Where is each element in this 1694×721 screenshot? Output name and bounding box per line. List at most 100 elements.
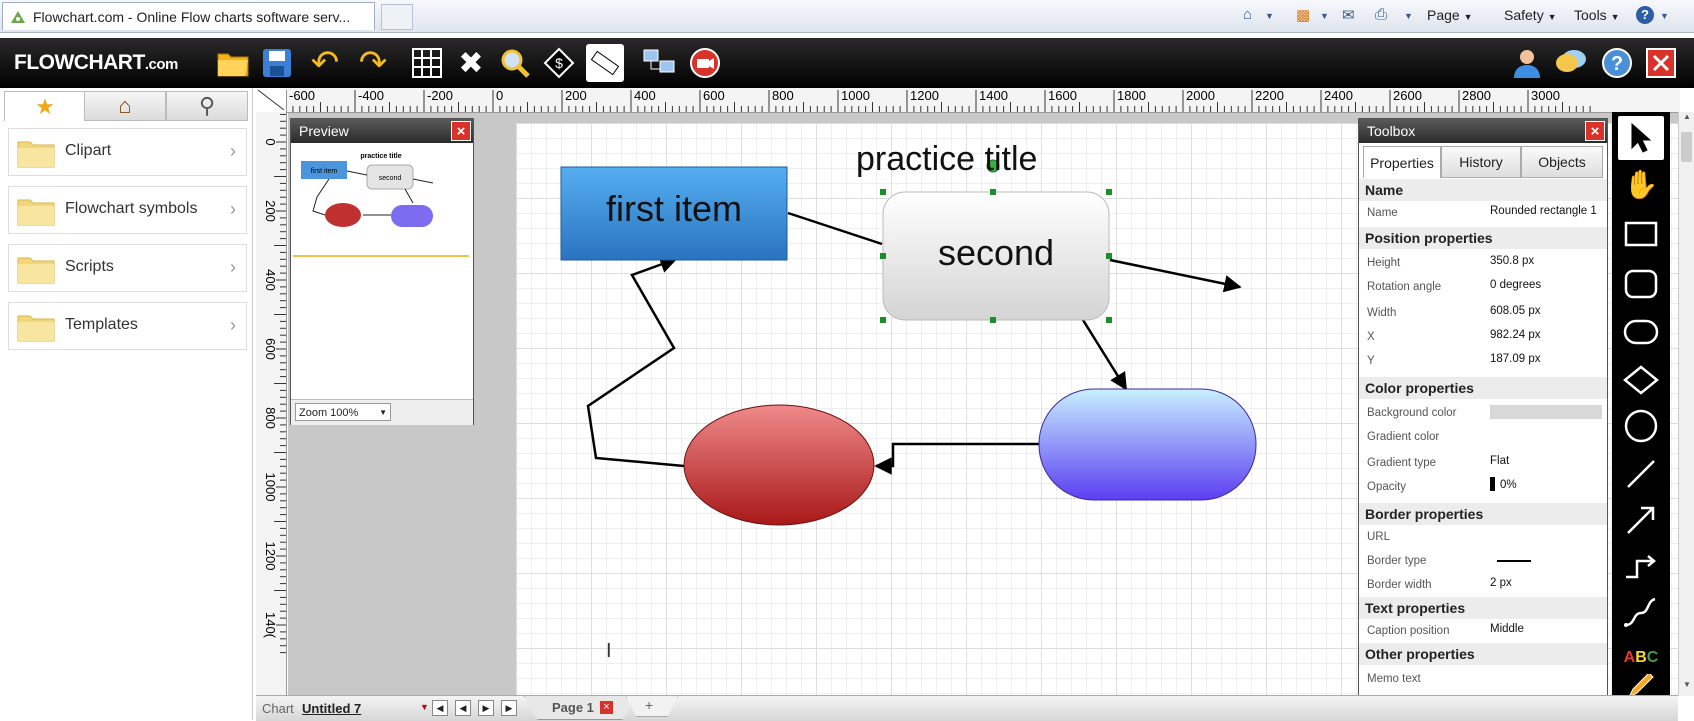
zoom-select[interactable]: Zoom 100% ▼ [295,403,391,421]
category-flowchart-symbols[interactable]: Flowchart symbols › [8,186,247,234]
document-name[interactable]: Untitled 7 [302,701,361,716]
rectangle-icon[interactable] [1618,212,1664,256]
close-icon[interactable] [1642,44,1680,82]
first-page-icon[interactable]: ◀ [432,700,448,716]
ruler-label: 1600 [1048,88,1077,103]
grid-icon[interactable] [408,44,446,82]
rss-icon[interactable]: ▩ [1296,6,1310,24]
prop-label: Gradient type [1367,457,1437,469]
ruler-label: 1200 [910,88,939,103]
close-icon[interactable]: × [1585,121,1605,141]
pencil-icon[interactable] [1618,674,1664,696]
next-page-icon[interactable]: ▶ [478,700,494,716]
vertical-scrollbar[interactable]: ▲ ▼ [1678,112,1694,696]
select-arrow-icon[interactable] [1618,116,1664,160]
home-icon[interactable]: ⌂ [1243,6,1252,23]
dollar-icon[interactable]: $ [540,44,578,82]
scroll-up-icon[interactable]: ▲ [1680,112,1694,126]
prop-label: Gradient color [1367,431,1440,443]
curve-connector-icon[interactable] [1618,590,1664,634]
search-icon[interactable] [496,44,534,82]
diamond-icon[interactable] [1618,358,1664,402]
search-tab[interactable]: ⚲ [166,91,248,121]
page-tab-label[interactable]: Page 1 [552,700,594,715]
opacity-value: 0% [1500,479,1517,491]
ruler-label: 600 [703,88,725,103]
second-label[interactable]: second [883,232,1109,274]
background-color-swatch[interactable] [1490,405,1602,419]
height-value[interactable]: 350.8 px [1490,255,1534,267]
safety-menu[interactable]: Safety ▼ [1504,7,1557,23]
tools-menu[interactable]: Tools ▼ [1574,7,1620,23]
preview-thumbnail[interactable]: practice title first item second [293,145,469,257]
diagram-title[interactable]: practice title [856,140,1037,179]
category-clipart[interactable]: Clipart › [8,128,247,176]
home-tab[interactable]: ⌂ [84,91,166,121]
scroll-down-icon[interactable]: ▼ [1680,680,1694,694]
border-width-value[interactable]: 2 px [1490,577,1512,589]
svg-text:$: $ [555,55,563,71]
tab-objects[interactable]: Objects [1521,146,1603,178]
tools-icon[interactable]: ✖ [452,44,490,82]
rounded-rectangle-icon[interactable] [1618,262,1664,306]
category-templates[interactable]: Templates › [8,302,247,350]
redo-icon[interactable]: ↷ [354,44,392,82]
network-icon[interactable] [640,44,678,82]
gradient-type-value[interactable]: Flat [1490,455,1509,467]
tab-history[interactable]: History [1441,146,1521,178]
first-item-label[interactable]: first item [561,188,787,230]
hand-icon[interactable]: ✋ [1618,162,1664,206]
ruler-icon[interactable] [586,44,624,82]
category-scripts[interactable]: Scripts › [8,244,247,292]
undo-icon[interactable]: ↶ [306,44,344,82]
chevron-down-icon[interactable]: ▼ [1320,11,1329,21]
favorites-tab[interactable]: ★ [4,91,86,121]
help-icon[interactable]: ? [1598,44,1636,82]
chevron-down-icon[interactable]: ▼ [1404,11,1413,21]
ruler-label: 1200 [263,542,278,571]
caption-position-value[interactable]: Middle [1490,623,1524,635]
line-icon[interactable] [1618,452,1664,496]
ruler-label: -400 [358,88,384,103]
draw-tools-palette: ✋ ABC [1612,112,1670,696]
close-page-icon[interactable]: × [600,701,613,714]
video-icon[interactable] [686,44,724,82]
ruler-label: 600 [263,338,278,360]
tab-properties[interactable]: Properties [1363,146,1441,178]
y-value[interactable]: 187.09 px [1490,353,1541,365]
circle-icon[interactable] [1618,404,1664,448]
chevron-down-icon[interactable]: ▼ [1265,11,1274,21]
page-menu[interactable]: Page ▼ [1427,7,1473,23]
ruler-label: 0 [263,138,278,145]
open-folder-icon[interactable] [214,44,252,82]
ruler-label: 2000 [1186,88,1215,103]
elbow-connector-icon[interactable] [1618,544,1664,588]
border-type-line[interactable] [1497,560,1531,562]
favorites-star-icon: ★ [35,93,55,119]
print-icon[interactable]: ⎙ [1375,6,1387,23]
ellipse-rounded-icon[interactable] [1618,310,1664,354]
arrow-line-icon[interactable] [1618,498,1664,542]
scroll-thumb[interactable] [1681,132,1692,162]
name-value[interactable]: Rounded rectangle 1 [1490,205,1597,217]
opacity-slider-handle[interactable] [1490,477,1495,491]
close-icon[interactable]: × [451,121,471,141]
chevron-down-icon[interactable]: ▼ [420,702,429,712]
chevron-down-icon: ▼ [1463,12,1473,22]
previous-page-icon[interactable]: ◀ [455,700,471,716]
last-page-icon[interactable]: ▶ [501,700,517,716]
help-icon[interactable]: ? [1636,6,1654,24]
x-value[interactable]: 982.24 px [1490,329,1541,341]
save-icon[interactable] [258,44,296,82]
read-mail-icon[interactable]: ✉ [1342,6,1355,24]
browser-tab[interactable]: Flowchart.com - Online Flow charts softw… [2,2,375,30]
user-icon[interactable] [1508,44,1546,82]
new-tab-button[interactable] [381,4,413,30]
width-value[interactable]: 608.05 px [1490,305,1541,317]
chat-icon[interactable] [1552,44,1590,82]
toolbox-title: Toolbox [1367,123,1416,139]
rotation-value[interactable]: 0 degrees [1490,279,1541,291]
section-other: Other properties [1359,643,1607,665]
chevron-down-icon[interactable]: ▼ [1660,11,1669,21]
add-page-icon[interactable]: + [645,697,653,713]
